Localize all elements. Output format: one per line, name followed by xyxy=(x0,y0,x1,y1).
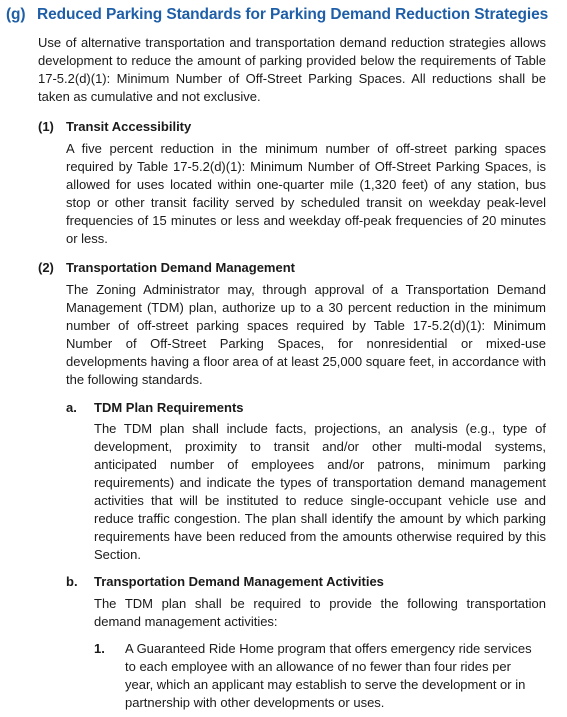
item-a-body: The TDM plan shall include facts, projec… xyxy=(94,421,546,562)
section-intro: Use of alternative transportation and tr… xyxy=(38,35,546,104)
subsection-1-title: Transit Accessibility xyxy=(66,119,192,134)
subsection-2-heading: (2) Transportation Demand Management xyxy=(38,260,295,275)
item-a-title: TDM Plan Requirements xyxy=(94,400,244,415)
list-item-1-text: A Guaranteed Ride Home program that offe… xyxy=(125,641,532,710)
subsection-2-title: Transportation Demand Management xyxy=(66,260,295,275)
subsection-2-number: (2) xyxy=(38,260,54,275)
item-a-heading: a. TDM Plan Requirements xyxy=(66,400,244,415)
subsection-1-body: A five percent reduction in the minimum … xyxy=(66,141,546,246)
subsection-1-number: (1) xyxy=(38,119,54,134)
subsection-2-body: The Zoning Administrator may, through ap… xyxy=(66,282,546,387)
section-number: (g) xyxy=(6,6,26,23)
item-b-title: Transportation Demand Management Activit… xyxy=(94,574,384,589)
item-a-number: a. xyxy=(66,400,77,415)
subsection-1-heading: (1) Transit Accessibility xyxy=(38,119,191,134)
section-title: Reduced Parking Standards for Parking De… xyxy=(37,6,549,23)
section-heading: (g) Reduced Parking Standards for Parking… xyxy=(6,6,548,24)
list-item-1-number: 1. xyxy=(94,641,105,656)
item-b-heading: b. Transportation Demand Management Activ… xyxy=(66,574,384,589)
item-b-body: The TDM plan shall be required to provid… xyxy=(94,596,546,629)
item-b-number: b. xyxy=(66,574,78,589)
document-page: (g) Reduced Parking Standards for Parking… xyxy=(0,0,567,717)
